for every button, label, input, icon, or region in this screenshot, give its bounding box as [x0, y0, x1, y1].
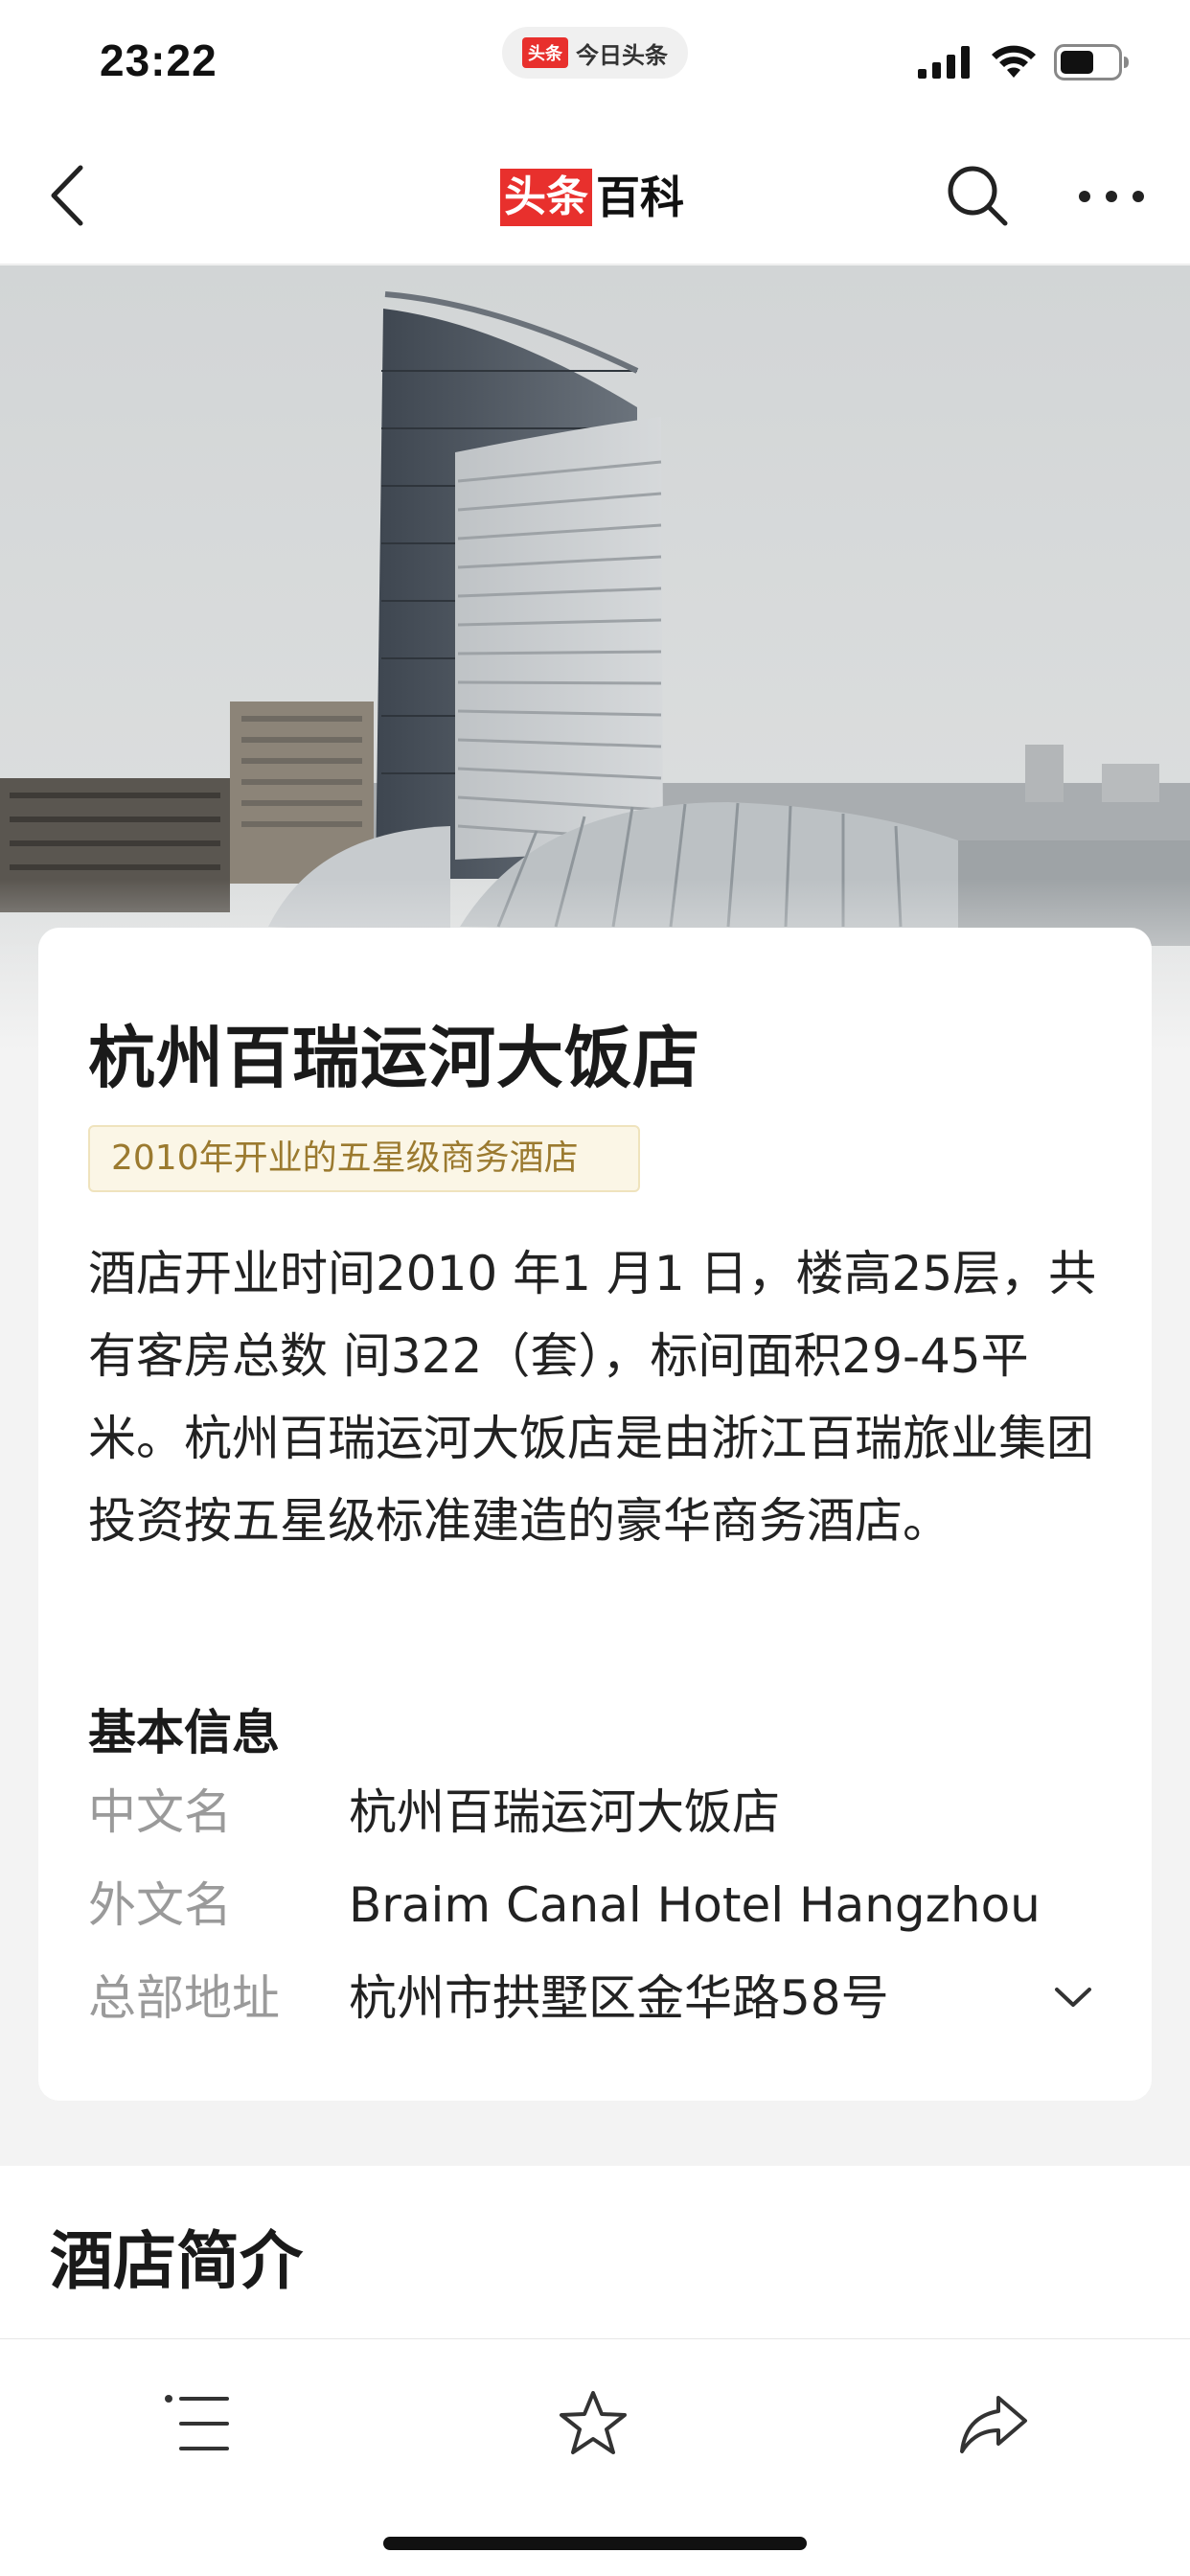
section-title: 酒店简介: [50, 2224, 303, 2298]
wifi-icon: [991, 45, 1037, 83]
entry-title: 杭州百瑞运河大饭店: [88, 1019, 700, 1097]
entry-tag[interactable]: 2010年开业的五星级商务酒店: [88, 1125, 640, 1192]
entry-summary: 酒店开业时间2010 年1 月1 日，楼高25层，共有客房总数 间322（套），…: [88, 1246, 1097, 1549]
brand-logo-text: 百科: [596, 172, 684, 223]
battery-icon: [1054, 44, 1131, 84]
back-to-app-pill[interactable]: 头条 今日头条: [502, 27, 688, 79]
info-row-address: 总部地址 杭州市拱墅区金华路58号: [88, 1965, 1113, 2032]
entry-card: 杭州百瑞运河大饭店 2010年开业的五星级商务酒店 酒店开业时间2010 年1 …: [38, 928, 1152, 2101]
info-value: 杭州百瑞运河大饭店: [349, 1784, 780, 1840]
back-icon: [48, 164, 86, 231]
menu-icon: [164, 2393, 231, 2458]
status-bar: 23:22 头条 今日头条: [0, 0, 1190, 130]
info-value: 杭州市拱墅区金华路58号: [349, 1970, 889, 2026]
basic-info-heading: 基本信息: [88, 1705, 280, 1760]
expand-info-button[interactable]: [1046, 1972, 1100, 2026]
top-navigation: 头条 百科: [0, 130, 1190, 264]
info-label: 中文名: [88, 1784, 232, 1840]
more-button[interactable]: [1071, 159, 1152, 236]
share-button[interactable]: [945, 2378, 1041, 2473]
signal-icon: [918, 46, 973, 82]
share-icon: [956, 2392, 1029, 2459]
more-icon: [1078, 189, 1145, 207]
star-icon: [558, 2389, 629, 2462]
app-logo: 头条: [522, 37, 568, 68]
hotel-intro-section: 酒店简介: [0, 2166, 1190, 2338]
brand-logo-red: 头条: [500, 169, 592, 226]
info-row-chinese-name: 中文名 杭州百瑞运河大饭店: [88, 1779, 1113, 1846]
chevron-down-icon: [1054, 1986, 1092, 2012]
brand-logo: 头条 百科: [500, 169, 684, 226]
status-icons: [918, 44, 1131, 84]
info-label: 外文名: [88, 1877, 232, 1933]
favorite-button[interactable]: [545, 2378, 641, 2473]
home-indicator: [383, 2537, 807, 2550]
back-button[interactable]: [38, 161, 96, 234]
app-name: 今日头条: [576, 41, 668, 69]
status-time: 23:22: [100, 35, 217, 85]
search-icon: [946, 164, 1009, 231]
catalog-button[interactable]: [149, 2378, 245, 2473]
search-button[interactable]: [939, 159, 1016, 236]
info-row-foreign-name: 外文名 Braim Canal Hotel Hangzhou: [88, 1872, 1113, 1939]
info-value: Braim Canal Hotel Hangzhou: [349, 1877, 1041, 1933]
info-label: 总部地址: [88, 1970, 280, 2026]
